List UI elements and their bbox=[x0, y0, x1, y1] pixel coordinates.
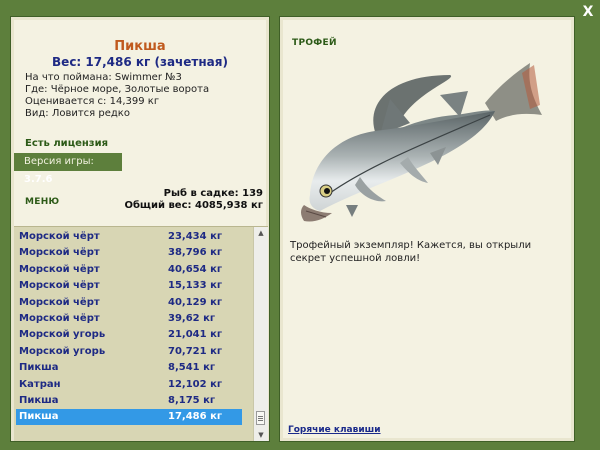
catch-item-name: Пикша bbox=[19, 362, 59, 374]
catch-item-name: Морской чёрт bbox=[19, 247, 100, 259]
catch-item-name: Катран bbox=[19, 378, 61, 390]
catch-item-name: Морской чёрт bbox=[19, 263, 100, 275]
bait-info: На что поймана: Swimmer №3 bbox=[25, 72, 182, 83]
trophy-panel: ТРОФЕЙ Трофейный экземпляр! Кажется, вы … bbox=[279, 16, 575, 442]
catch-list-item[interactable]: Морской угорь 21,041 кг bbox=[16, 327, 242, 343]
trophy-message: Трофейный экземпляр! Кажется, вы открыли… bbox=[290, 240, 532, 264]
catch-item-name: Морской чёрт bbox=[19, 313, 100, 324]
catch-list-item[interactable]: Морской чёрт 15,133 кг bbox=[16, 278, 242, 294]
catch-list-item[interactable]: Катран 12,102 кг bbox=[16, 377, 242, 393]
scrollbar[interactable]: ▲ ▼ bbox=[253, 227, 268, 441]
menu-button[interactable]: МЕНЮ bbox=[25, 197, 59, 207]
catch-list-item[interactable]: Морской чёрт 23,434 кг bbox=[16, 229, 242, 245]
catch-item-name: Морской чёрт bbox=[19, 296, 100, 308]
catch-item-name: Пикша bbox=[19, 395, 59, 406]
catch-item-weight: 39,62 кг bbox=[168, 313, 216, 324]
catch-item-name: Морской угорь bbox=[19, 329, 106, 341]
catch-list-item[interactable]: Пикша 8,541 кг bbox=[16, 360, 242, 376]
catch-list-item[interactable]: Морской чёрт 38,796 кг bbox=[16, 245, 242, 261]
fish-weight: Вес: 17,486 кг (зачетная) bbox=[52, 55, 228, 69]
fish-image bbox=[301, 63, 542, 222]
catch-item-name: Морской чёрт bbox=[19, 280, 100, 292]
catch-list-item[interactable]: Морской чёрт 40,654 кг bbox=[16, 262, 242, 278]
catch-stats: Рыб в садке: 139 Общий вес: 4085,938 кг bbox=[124, 188, 263, 212]
catch-list-item[interactable]: Морской чёрт 40,129 кг bbox=[16, 295, 242, 311]
hotkeys-link[interactable]: Горячие клавиши bbox=[288, 425, 381, 435]
catch-list-item[interactable]: Пикша 8,175 кг bbox=[16, 393, 242, 409]
catch-item-weight: 15,133 кг bbox=[168, 280, 223, 292]
total-weight: Общий вес: 4085,938 кг bbox=[124, 200, 263, 211]
license-status: Есть лицензия bbox=[25, 138, 109, 149]
scroll-down-icon[interactable]: ▼ bbox=[254, 429, 268, 441]
location-info: Где: Чёрное море, Золотые ворота bbox=[25, 84, 210, 95]
catch-item-weight: 8,175 кг bbox=[168, 395, 216, 406]
fish-info-panel: Пикша Вес: 17,486 кг (зачетная) На что п… bbox=[10, 16, 270, 442]
catch-item-name: Морской угорь bbox=[19, 345, 106, 357]
catch-item-weight: 38,796 кг bbox=[168, 247, 223, 259]
grip-line-icon bbox=[258, 420, 263, 421]
scroll-thumb[interactable] bbox=[256, 411, 265, 425]
version-label: Версия игры: bbox=[24, 156, 94, 167]
version-badge: Версия игры: 3.7.6 bbox=[14, 153, 122, 185]
catch-item-weight: 70,721 кг bbox=[168, 345, 223, 357]
grip-line-icon bbox=[258, 418, 263, 419]
version-value: 3.7.6 bbox=[24, 174, 53, 185]
catch-list-item[interactable]: Морской чёрт 39,62 кг bbox=[16, 311, 242, 327]
catch-item-weight: 21,041 кг bbox=[168, 329, 223, 341]
value-info: Оценивается с: 14,399 кг bbox=[25, 96, 160, 107]
catch-item-weight: 40,129 кг bbox=[168, 296, 223, 308]
catch-list[interactable]: Морской чёрт 23,434 кг Морской чёрт 38,796 … bbox=[14, 226, 268, 441]
catch-item-weight: 17,486 кг bbox=[168, 411, 223, 423]
grip-line-icon bbox=[258, 416, 263, 417]
fish-name: Пикша bbox=[114, 39, 166, 54]
catch-item-name: Морской чёрт bbox=[19, 231, 100, 242]
catch-item-weight: 12,102 кг bbox=[168, 378, 223, 390]
catch-item-weight: 8,541 кг bbox=[168, 362, 216, 374]
catch-item-name: Пикша bbox=[19, 411, 59, 423]
fish-count: Рыб в садке: 139 bbox=[163, 188, 263, 199]
catch-list-item[interactable]: Морской угорь 70,721 кг bbox=[16, 344, 242, 360]
close-button[interactable]: X bbox=[580, 4, 596, 20]
catch-list-item[interactable]: Пикша 17,486 кг bbox=[16, 409, 242, 426]
type-info: Вид: Ловится редко bbox=[25, 108, 130, 119]
catch-item-weight: 23,434 кг bbox=[168, 231, 223, 242]
scroll-up-icon[interactable]: ▲ bbox=[254, 227, 268, 239]
catch-item-weight: 40,654 кг bbox=[168, 263, 223, 275]
